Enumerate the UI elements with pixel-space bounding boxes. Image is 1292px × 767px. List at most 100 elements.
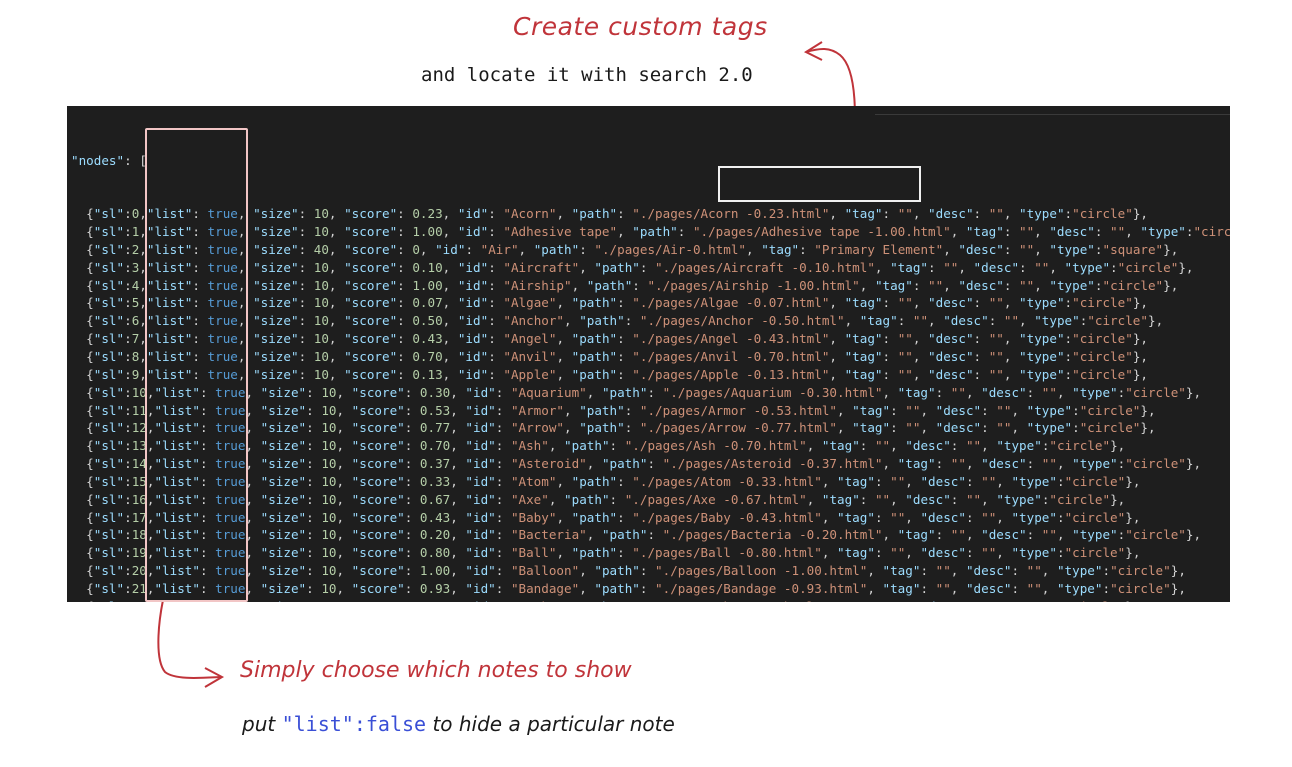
comma: , [905,473,921,489]
value-type: "circle" [1049,438,1111,454]
key-score: "score" [344,224,398,240]
key-tag: "tag" [965,224,1004,240]
value-desc: "" [1041,456,1057,472]
value-type: "circle" [1079,420,1141,436]
value-score: 0.13 [412,366,443,382]
value-id: "Adhesive tape" [503,224,618,240]
comma: , [336,438,352,454]
colon: : [397,277,413,293]
colon: : [306,473,322,489]
value-score: 0.07 [412,295,443,311]
key-score: "score" [351,580,405,596]
value-size: 10 [321,580,337,596]
colon: : [124,402,132,418]
colon: : [495,580,511,596]
colon: : [306,456,322,472]
key-desc: "desc" [928,331,974,347]
key-size: "size" [253,224,299,240]
key-score: "score" [351,491,405,507]
colon: : [124,295,132,311]
comma: , [450,473,466,489]
comma: , [920,402,936,418]
key-type: "type" [1072,456,1118,472]
comma: , [336,420,352,436]
brace: { [71,491,94,507]
key-id: "id" [457,206,489,222]
colon: : [306,438,322,454]
key-sl: "sl" [94,599,124,602]
key-sl: "sl" [93,224,125,240]
key-path: "path" [586,277,633,293]
comma: , [336,473,352,489]
colon: : [306,580,322,596]
key-type: "type" [1140,224,1186,240]
comma: , [996,599,1011,602]
colon: : [404,509,420,525]
colon: : [1102,563,1111,579]
comma: , [328,331,345,347]
colon: : [935,527,951,543]
comma: , [1049,259,1065,275]
value-desc: "" [1026,563,1042,579]
value-size: 10 [313,277,329,293]
value-tag: "Primary Element" [814,241,944,257]
comma: , [336,456,352,472]
comma: , [1056,456,1073,472]
brace-close: }, [1170,580,1186,596]
key-tag: "tag" [852,420,891,436]
colon: : [1064,331,1073,347]
value-size: 10 [313,206,329,222]
colon: : [124,348,132,364]
value-type: "circle" [1072,366,1133,382]
colon: : [405,599,420,602]
comma: , [829,366,845,382]
colon: : [495,473,511,489]
colon: : [965,509,982,525]
colon: : [874,509,891,525]
value-score: 0.33 [419,473,451,489]
comma: , [958,259,974,275]
value-tag: "" [890,473,906,489]
colon: : [124,420,132,436]
colon: : [890,402,906,418]
key-tag: "tag" [890,259,929,275]
colon: : [609,438,625,454]
value-id: "Aircraft" [503,259,580,275]
value-id: "Balloon" [510,563,580,579]
colon: : [950,491,966,507]
value-type: "circle" [1110,580,1171,596]
comma: , [1003,348,1020,364]
value-id: "Armor" [510,402,565,418]
colon: : [882,331,898,347]
brace: { [71,241,94,257]
colon: : [1026,527,1042,543]
colon: : [1064,206,1073,222]
key-size: "size" [253,241,299,257]
key-tag: "tag" [844,206,883,222]
value-desc: "" [988,366,1004,382]
comma: , [905,545,921,561]
key-score: "score" [344,331,398,347]
key-tag: "tag" [844,295,883,311]
colon: : [647,384,663,400]
key-path: "path" [579,402,625,418]
comma: , [450,580,466,596]
key-score: "score" [351,563,405,579]
colon: : [124,580,132,596]
colon: : [799,241,815,257]
value-desc: "" [996,402,1012,418]
brace-close: }, [1140,402,1156,418]
comma: , [442,331,458,347]
colon: : [1056,509,1065,525]
colon: : [920,563,936,579]
key-id: "id" [457,259,489,275]
brace-close: }, [1178,259,1194,275]
value-path: "./pages/Angel -0.43.html" [632,331,830,347]
value-size: 10 [313,224,329,240]
colon: : [632,277,648,293]
value-path: "./pages/Asteroid -0.37.html" [662,456,883,472]
value-id: "Atom" [510,473,557,489]
comma: , [419,241,436,257]
colon: : [1056,473,1065,489]
colon: : [298,331,314,347]
